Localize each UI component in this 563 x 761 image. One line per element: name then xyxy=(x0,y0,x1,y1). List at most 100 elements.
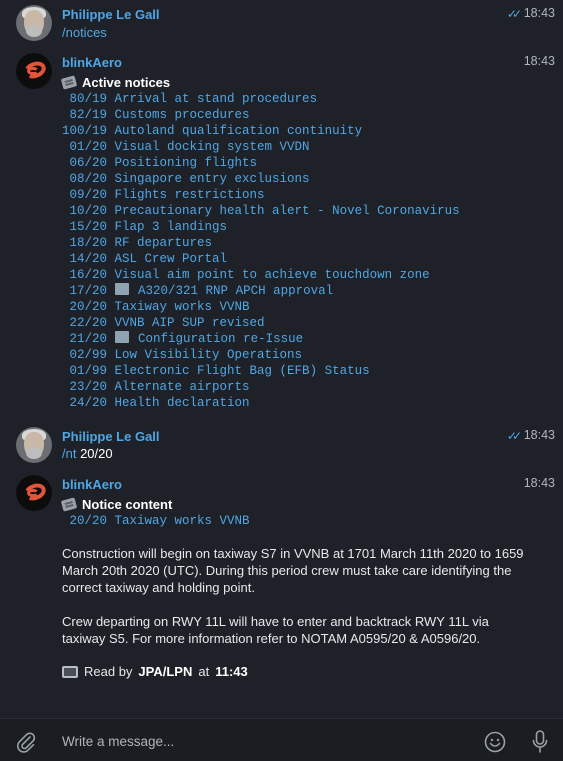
notice-title: Singapore entry exclusions xyxy=(114,172,310,186)
notice-id: 16/20 xyxy=(62,268,108,282)
notice-id: 22/20 xyxy=(62,316,108,330)
notice-id: 23/20 xyxy=(62,380,108,394)
message-heading: Active notices xyxy=(60,73,532,91)
notice-item[interactable]: 23/20 Alternate airports xyxy=(62,379,532,395)
notice-item[interactable]: 10/20 Precautionary health alert - Novel… xyxy=(62,203,532,219)
notice-title: Alternate airports xyxy=(114,380,250,394)
read-by-at: at xyxy=(198,664,210,679)
notice-list: 80/19 Arrival at stand procedures 82/19 … xyxy=(62,91,532,411)
avatar-philippe[interactable] xyxy=(16,5,52,41)
notice-item[interactable]: 24/20 Health declaration xyxy=(62,395,532,411)
message-time: 18:43 xyxy=(523,6,555,20)
read-by-prefix: Read by xyxy=(84,664,133,679)
notice-title: A320/321 RNP APCH approval xyxy=(138,284,334,298)
heading-text: Active notices xyxy=(82,74,171,90)
message-bot-notice-content: blinkAero 18:43 Notice content 20/20 Tax… xyxy=(0,470,563,700)
notice-reference[interactable]: 20/20 Taxiway works VVNB xyxy=(62,513,532,529)
notice-title: Customs procedures xyxy=(114,108,250,122)
notice-title: Taxiway works VVNB xyxy=(114,300,250,314)
notice-id: 100/19 xyxy=(62,124,108,138)
message-time: 18:43 xyxy=(523,476,555,490)
message-user-notices: Philippe Le Gall ✓✓ 18:43 /notices xyxy=(0,0,563,46)
notice-title: Electronic Flight Bag (EFB) Status xyxy=(114,364,370,378)
double-check-icon: ✓✓ xyxy=(506,429,522,443)
notice-item[interactable]: 80/19 Arrival at stand procedures xyxy=(62,91,532,107)
notice-id: 02/99 xyxy=(62,348,108,362)
notice-title: ASL Crew Portal xyxy=(114,252,228,266)
notice-item[interactable]: 01/99 Electronic Flight Bag (EFB) Status xyxy=(62,363,532,379)
notice-item[interactable]: 15/20 Flap 3 landings xyxy=(62,219,532,235)
notice-item[interactable]: 14/20 ASL Crew Portal xyxy=(62,251,532,267)
notice-id: 08/20 xyxy=(62,172,108,186)
message-heading: Notice content xyxy=(60,495,532,513)
notice-title: Positioning flights xyxy=(114,156,258,170)
map-icon xyxy=(114,283,129,295)
notice-item[interactable]: 09/20 Flights restrictions xyxy=(62,187,532,203)
bot-command-link[interactable]: /notices xyxy=(62,25,107,40)
notice-title: Flap 3 landings xyxy=(114,220,228,234)
message-bot-active-notices: blinkAero 18:43 Active notices 80/19 Arr… xyxy=(0,50,563,420)
notice-id: 82/19 xyxy=(62,108,108,122)
chat-history[interactable]: Philippe Le Gall ✓✓ 18:43 /notices blink… xyxy=(0,0,563,718)
emoji-icon[interactable] xyxy=(484,731,506,753)
notice-item[interactable]: 01/20 Visual docking system VVDN xyxy=(62,139,532,155)
double-check-icon: ✓✓ xyxy=(506,7,522,21)
notice-item[interactable]: 17/20 A320/321 RNP APCH approval xyxy=(62,283,532,299)
notice-item[interactable]: 16/20 Visual aim point to achieve touchd… xyxy=(62,267,532,283)
notice-item[interactable]: 100/19 Autoland qualification continuity xyxy=(62,123,532,139)
notice-id: 14/20 xyxy=(62,252,108,266)
avatar-blinkaero[interactable] xyxy=(16,475,52,511)
read-by-who: JPA/LPN xyxy=(138,664,193,679)
notice-paragraph: Construction will begin on taxiway S7 in… xyxy=(62,546,524,595)
notice-item[interactable]: 18/20 RF departures xyxy=(62,235,532,251)
notice-id: 01/99 xyxy=(62,364,108,378)
notice-id: 01/20 xyxy=(62,140,108,154)
notice-item[interactable]: 22/20 VVNB AIP SUP revised xyxy=(62,315,532,331)
computer-icon xyxy=(62,665,78,678)
notice-title: Configuration re-Issue xyxy=(138,332,304,346)
notice-id: 06/20 xyxy=(62,156,108,170)
notice-title: RF departures xyxy=(114,236,213,250)
document-icon xyxy=(60,74,78,90)
microphone-icon[interactable] xyxy=(532,730,548,754)
notice-id: 80/19 xyxy=(62,92,108,106)
notice-id: 15/20 xyxy=(62,220,108,234)
map-icon xyxy=(114,331,129,343)
message-input[interactable] xyxy=(62,732,462,750)
notice-item[interactable]: 20/20 Taxiway works VVNB xyxy=(62,299,532,315)
notice-title: Arrival at stand procedures xyxy=(114,92,318,106)
sender-name[interactable]: blinkAero xyxy=(62,477,122,492)
message-user-nt: Philippe Le Gall ✓✓ 18:43 /nt 20/20 xyxy=(0,422,563,468)
notice-id: 21/20 xyxy=(62,332,108,346)
notice-item[interactable]: 08/20 Singapore entry exclusions xyxy=(62,171,532,187)
notice-title: Low Visibility Operations xyxy=(114,348,303,362)
notice-id: 20/20 xyxy=(62,300,108,314)
sender-name[interactable]: Philippe Le Gall xyxy=(62,7,160,22)
notice-id: 24/20 xyxy=(62,396,108,410)
notice-title: Visual docking system VVDN xyxy=(114,140,310,154)
notice-item[interactable]: 82/19 Customs procedures xyxy=(62,107,532,123)
avatar-blinkaero[interactable] xyxy=(16,53,52,89)
notice-title: Precautionary health alert - Novel Coron… xyxy=(114,204,460,218)
notice-title: Autoland qualification continuity xyxy=(114,124,363,138)
notice-id: 10/20 xyxy=(62,204,108,218)
notice-item[interactable]: 02/99 Low Visibility Operations xyxy=(62,347,532,363)
document-icon xyxy=(60,496,78,512)
heading-text: Notice content xyxy=(82,496,173,512)
bot-command-link[interactable]: /nt xyxy=(62,446,76,461)
message-composer xyxy=(0,718,563,761)
notice-item[interactable]: 06/20 Positioning flights xyxy=(62,155,532,171)
notice-id: 18/20 xyxy=(62,236,108,250)
notice-title: VVNB AIP SUP revised xyxy=(114,316,265,330)
notice-paragraph: Crew departing on RWY 11L will have to e… xyxy=(62,614,489,646)
paperclip-icon[interactable] xyxy=(16,731,36,753)
notice-id: 09/20 xyxy=(62,188,108,202)
notice-title: Health declaration xyxy=(114,396,250,410)
message-time: 18:43 xyxy=(523,54,555,68)
sender-name[interactable]: Philippe Le Gall xyxy=(62,429,160,444)
notice-id: 17/20 xyxy=(62,284,108,298)
sender-name[interactable]: blinkAero xyxy=(62,55,122,70)
notice-item[interactable]: 21/20 Configuration re-Issue xyxy=(62,331,532,347)
notice-title: Flights restrictions xyxy=(114,188,265,202)
avatar-philippe[interactable] xyxy=(16,427,52,463)
